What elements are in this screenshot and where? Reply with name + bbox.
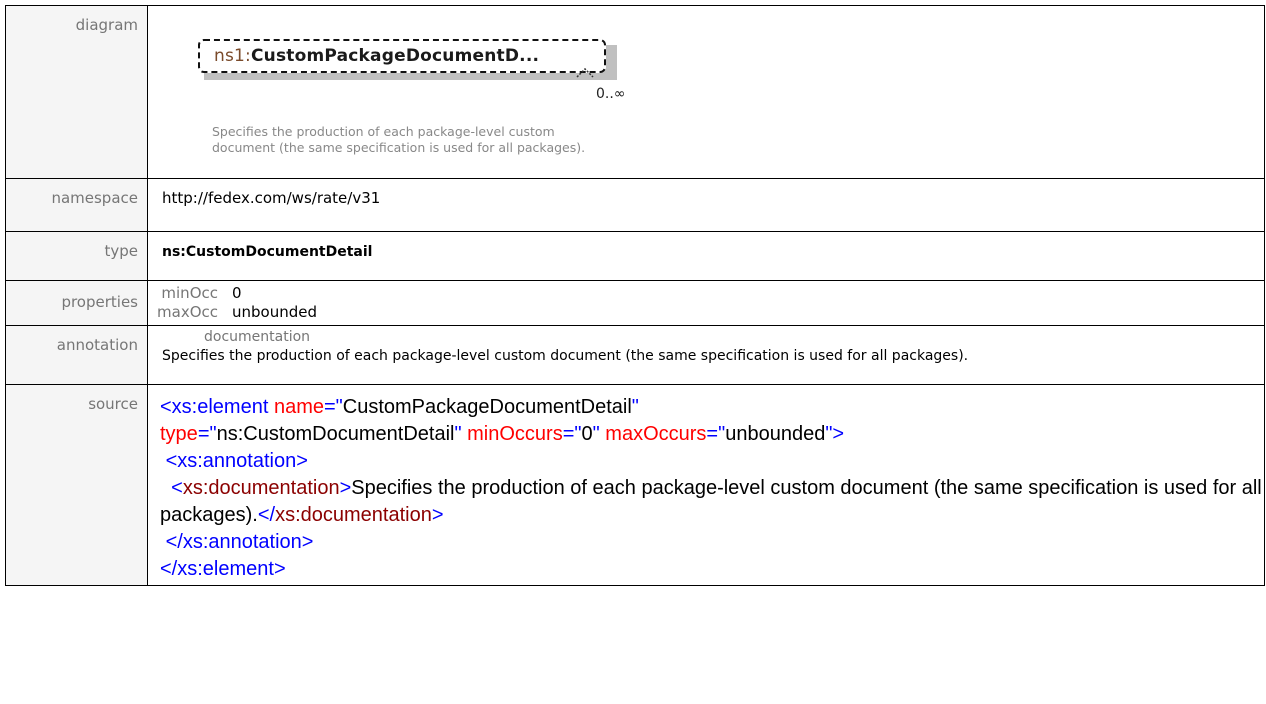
- src-attr-min: minOccurs: [467, 423, 563, 445]
- src-open-tag: <xs:element: [160, 396, 269, 418]
- source-code: <xs:element name="CustomPackageDocumentD…: [160, 385, 1264, 583]
- property-row: maxOcc unbounded: [148, 303, 1264, 322]
- src-val-max: unbounded: [725, 423, 826, 445]
- namespace-value: http://fedex.com/ws/rate/v31: [147, 178, 1265, 232]
- element-prefix: ns1:: [214, 46, 251, 66]
- label-annotation: annotation: [5, 325, 148, 385]
- src-element-close: xs:element: [177, 558, 274, 580]
- label-namespace: namespace: [5, 178, 148, 232]
- property-value: 0: [232, 284, 242, 302]
- property-key: maxOcc: [157, 303, 218, 321]
- label-type: type: [5, 231, 148, 281]
- src-documentation-open: xs:documentation: [182, 477, 340, 499]
- property-row: minOcc 0: [148, 284, 1264, 303]
- src-val-name: CustomPackageDocumentDetail: [342, 396, 632, 418]
- element-diagram: ns1:CustomPackageDocumentD... 0..∞ Speci…: [162, 6, 682, 178]
- row-annotation: annotation documentation Specifies the p…: [5, 325, 1265, 385]
- src-attr-name: name: [273, 396, 324, 418]
- occurrence-label: 0..∞: [596, 86, 626, 102]
- type-link[interactable]: ns:CustomDocumentDetail: [162, 244, 372, 260]
- label-source: source: [5, 384, 148, 586]
- row-properties: properties minOcc 0 maxOcc unbounded: [5, 280, 1265, 326]
- label-diagram: diagram: [5, 5, 148, 179]
- label-properties: properties: [5, 280, 148, 326]
- element-doc-table: diagram ns1:CustomPackageDocumentD... 0.…: [5, 5, 1265, 586]
- element-box[interactable]: ns1:CustomPackageDocumentD...: [198, 39, 606, 73]
- row-diagram: diagram ns1:CustomPackageDocumentD... 0.…: [5, 5, 1265, 179]
- element-name: CustomPackageDocumentD...: [250, 46, 540, 66]
- property-value: unbounded: [232, 303, 317, 321]
- src-documentation-close: xs:documentation: [275, 504, 432, 526]
- properties-list: minOcc 0 maxOcc unbounded: [148, 281, 1264, 322]
- src-annotation-open: xs:annotation: [177, 450, 297, 472]
- diagram-documentation: Specifies the production of each package…: [212, 124, 586, 155]
- expand-arrow-icon[interactable]: [576, 68, 594, 78]
- documentation-label: documentation: [204, 329, 311, 345]
- src-val-min: 0: [581, 423, 593, 445]
- property-key: minOcc: [161, 284, 218, 302]
- annotation-text: Specifies the production of each package…: [162, 348, 969, 364]
- diagram-cell: ns1:CustomPackageDocumentD... 0..∞ Speci…: [147, 5, 1265, 179]
- src-attr-type: type: [160, 423, 198, 445]
- row-type: type ns:CustomDocumentDetail: [5, 231, 1265, 281]
- row-source: source <xs:element name="CustomPackageDo…: [5, 384, 1265, 586]
- src-attr-max: maxOccurs: [605, 423, 707, 445]
- row-namespace: namespace http://fedex.com/ws/rate/v31: [5, 178, 1265, 232]
- src-annotation-close: xs:annotation: [182, 531, 302, 553]
- src-val-type: ns:CustomDocumentDetail: [216, 423, 455, 445]
